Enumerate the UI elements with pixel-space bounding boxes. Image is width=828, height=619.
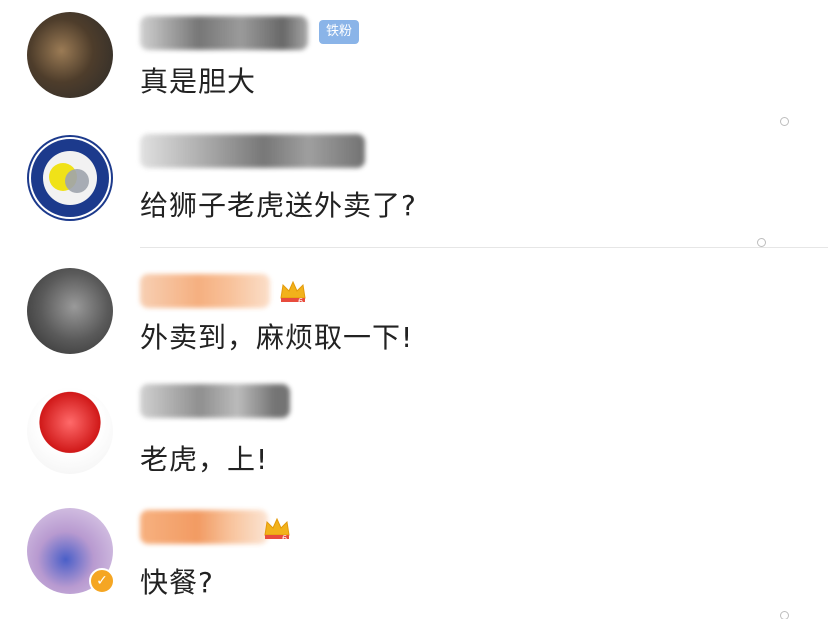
username-redacted[interactable]	[140, 510, 268, 544]
svg-text:6: 6	[282, 534, 287, 543]
mentholatum-logo-icon	[31, 139, 109, 217]
verified-icon: ✓	[89, 568, 115, 594]
user-avatar[interactable]	[27, 12, 113, 98]
username-redacted[interactable]	[140, 16, 308, 50]
more-dot-icon[interactable]	[780, 611, 789, 619]
comment-text: 真是胆大	[140, 65, 257, 98]
comment-text: 外卖到，麻烦取一下!	[140, 321, 414, 354]
comment-divider	[140, 247, 828, 248]
svg-text:6: 6	[298, 297, 303, 306]
username-redacted[interactable]	[140, 274, 270, 308]
username-redacted[interactable]	[140, 134, 365, 168]
crown-badge-icon: 6	[264, 517, 290, 543]
more-dot-icon[interactable]	[780, 117, 789, 126]
comment-text: 给狮子老虎送外卖了?	[140, 189, 417, 222]
comment-text: 快餐?	[140, 566, 214, 599]
comment-text: 老虎，上!	[140, 443, 269, 476]
user-avatar[interactable]	[27, 135, 113, 221]
user-avatar[interactable]	[27, 388, 113, 474]
fan-badge: 铁粉	[319, 20, 360, 44]
crown-badge-icon: 6	[280, 280, 306, 306]
more-dot-icon[interactable]	[757, 238, 766, 247]
username-redacted[interactable]	[140, 384, 290, 418]
user-avatar[interactable]	[27, 268, 113, 354]
comment-feed: 铁粉 真是胆大 给狮子老虎送外卖了? 6 外卖到，麻烦取一下! 老虎，上! ✓ …	[0, 0, 828, 619]
